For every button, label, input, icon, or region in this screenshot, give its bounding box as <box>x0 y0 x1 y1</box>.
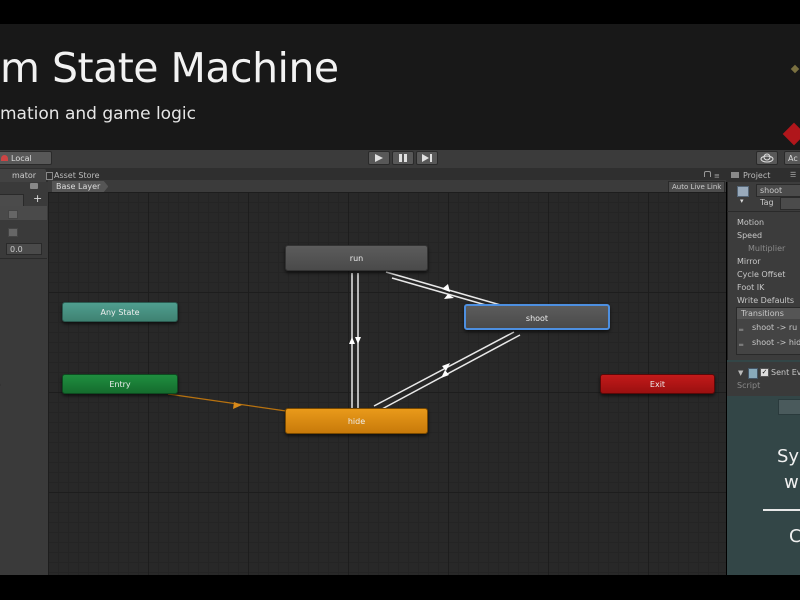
transition-arrow-icon <box>441 370 449 378</box>
mirror-label: Mirror <box>737 257 761 266</box>
state-shoot[interactable]: shoot <box>464 304 610 330</box>
step-button[interactable] <box>416 151 438 165</box>
inspector-divider <box>727 211 800 212</box>
overlay-text-line3: C <box>789 526 800 547</box>
store-icon <box>46 172 53 180</box>
multiplier-label: Multiplier <box>748 244 786 253</box>
breadcrumb[interactable]: Base Layer <box>52 181 109 192</box>
overlay-button[interactable] <box>778 399 800 415</box>
step-icon <box>422 154 432 162</box>
parameter-toggle[interactable] <box>8 210 18 219</box>
script-icon <box>748 368 758 379</box>
eye-icon[interactable] <box>30 183 38 189</box>
component-enabled-checkbox[interactable]: ✓ <box>760 368 769 377</box>
local-label: Local <box>11 154 32 163</box>
transition-item[interactable]: shoot -> ru <box>752 323 797 332</box>
slide-title: m State Machine <box>0 44 339 92</box>
transitions-label: Transitions <box>741 309 784 318</box>
transition-line[interactable] <box>373 331 515 407</box>
transition-line[interactable] <box>381 334 521 410</box>
tab-project-label: Project <box>743 171 771 180</box>
transition-item[interactable]: shoot -> hid <box>752 338 800 347</box>
folder-icon <box>731 172 739 178</box>
motion-label: Motion <box>737 218 765 227</box>
tab-asset-store-label: Asset Store <box>54 171 100 180</box>
foot-ik-label: Foot IK <box>737 283 765 292</box>
project-menu-icon[interactable]: ☰ <box>790 171 796 179</box>
transition-arrow-icon <box>442 284 450 292</box>
add-parameter-icon[interactable]: + <box>33 193 42 204</box>
drag-handle-icon[interactable]: ═ <box>739 341 743 349</box>
cycle-offset-label: Cycle Offset <box>737 270 786 279</box>
drag-handle-icon[interactable]: ═ <box>739 326 743 334</box>
overlay-text-line2: w <box>784 472 799 493</box>
write-defaults-label: Write Defaults <box>737 296 795 305</box>
pause-button[interactable] <box>392 151 414 165</box>
entry-transition-line[interactable] <box>167 393 287 412</box>
pivot-local-button[interactable]: Local <box>0 151 52 165</box>
tab-animator[interactable]: mator <box>0 169 46 182</box>
state-entry[interactable]: Entry <box>62 374 178 394</box>
panel-divider <box>0 258 47 259</box>
local-icon <box>1 155 8 161</box>
state-hide[interactable]: hide <box>285 408 428 434</box>
bottom-letterbox <box>0 575 800 600</box>
transition-arrow-icon <box>233 402 242 409</box>
tab-project[interactable]: Project <box>727 169 787 182</box>
arrow-down-icon: ▾ <box>740 197 744 205</box>
state-name-field[interactable]: shoot <box>756 184 800 197</box>
slide-subtitle: mation and game logic <box>0 104 196 124</box>
parameter-toggle[interactable] <box>8 228 18 237</box>
script-label: Script <box>737 381 761 390</box>
component-name: Sent Ev <box>771 368 800 377</box>
play-icon <box>375 154 383 162</box>
pause-icon <box>399 154 407 162</box>
transition-arrow-icon <box>349 337 355 344</box>
foldout-icon[interactable]: ▼ <box>738 369 743 377</box>
account-button[interactable]: Ac <box>784 151 800 165</box>
state-exit[interactable]: Exit <box>600 374 715 394</box>
speed-label: Speed <box>737 231 763 240</box>
transition-arrow-icon <box>355 337 361 344</box>
cloud-icon <box>760 153 774 163</box>
parameter-value-field[interactable]: 0.0 <box>6 243 42 255</box>
parameters-panel <box>0 182 49 575</box>
overlay-text-line1: Sy <box>777 446 800 467</box>
state-icon <box>737 186 749 197</box>
state-any-state[interactable]: Any State <box>62 302 178 322</box>
lock-icon[interactable] <box>704 171 711 177</box>
state-run[interactable]: run <box>285 245 428 271</box>
tag-field[interactable] <box>780 197 800 210</box>
tag-label: Tag <box>760 198 774 207</box>
play-button[interactable] <box>368 151 390 165</box>
panel-menu-icon[interactable]: ≡ <box>714 173 720 180</box>
cloud-button[interactable] <box>756 151 778 165</box>
overlay-rule <box>763 509 800 511</box>
